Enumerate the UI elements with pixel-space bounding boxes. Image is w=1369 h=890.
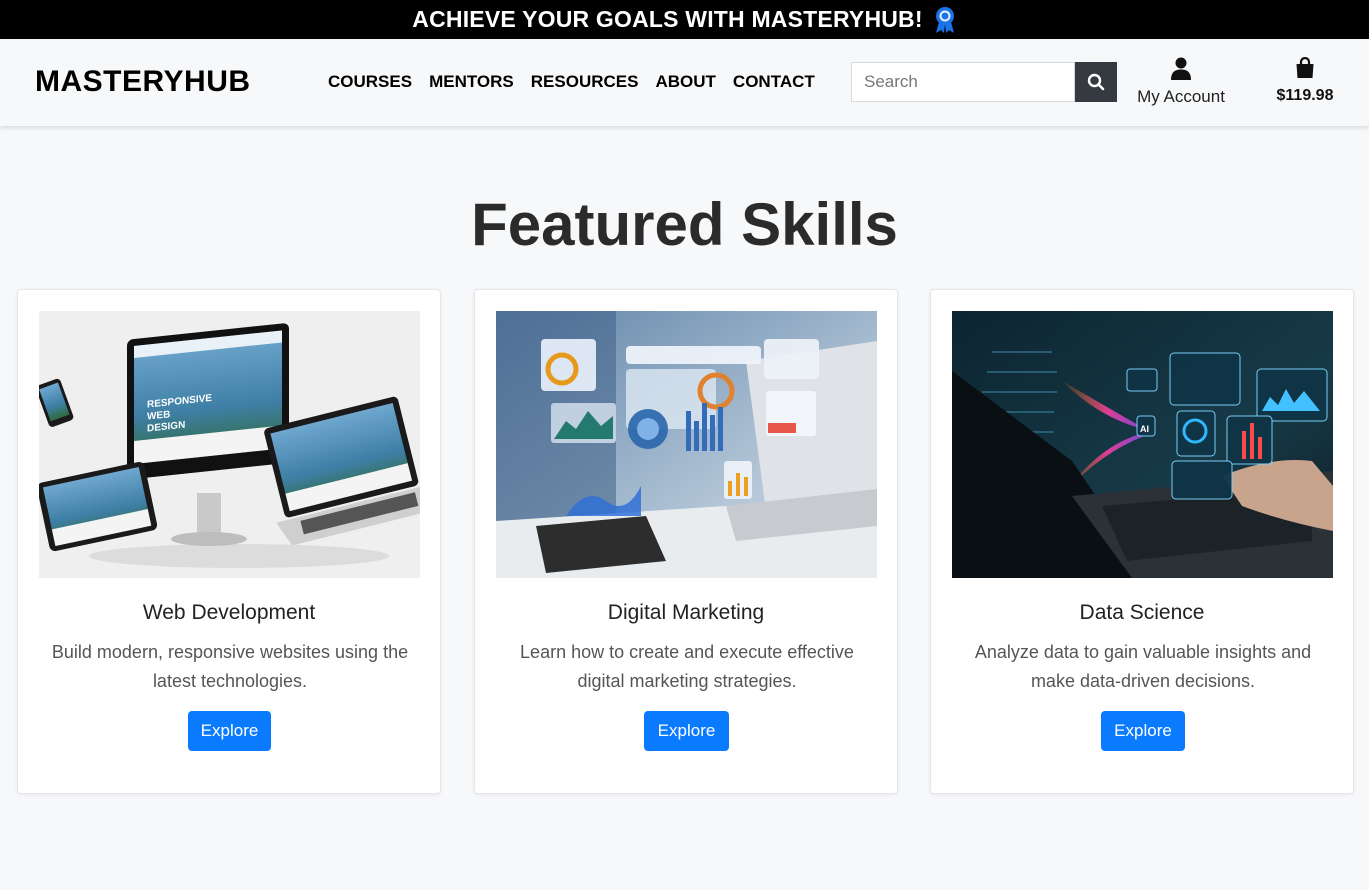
main-nav: COURSES MENTORS RESOURCES ABOUT CONTACT [328,72,832,92]
brand-logo[interactable]: MASTERYHUB [35,65,251,99]
my-account-link[interactable]: My Account [1135,57,1227,107]
section-title: Featured Skills [471,191,898,258]
explore-button-digital-marketing[interactable]: Explore [644,711,729,751]
nav-courses[interactable]: COURSES [328,72,412,92]
award-ribbon-icon [933,6,957,34]
nav-about[interactable]: ABOUT [655,72,715,92]
cart-total: $119.98 [1276,87,1334,104]
image-ai-label: AI [1140,424,1149,434]
card-title: Digital Marketing [607,601,765,624]
announcement-bar: ACHIEVE YOUR GOALS WITH MASTERYHUB! [0,0,1369,39]
search-form [851,62,1117,102]
card-description: Analyze data to gain valuable insights a… [974,642,1312,691]
explore-button-web-development[interactable]: Explore [188,711,271,751]
skill-card-data-science: AI Data Science Analyze data to gain val… [930,289,1354,794]
user-icon [1171,57,1191,80]
skill-card-digital-marketing: Digital Marketing Learn how to create an… [474,289,898,794]
card-description: Learn how to create and execute effectiv… [520,642,854,691]
cart-link[interactable]: $119.98 [1268,56,1342,105]
nav-contact[interactable]: CONTACT [733,72,815,92]
web-development-image: RESPONSIVE WEB DESIGN [39,311,420,578]
card-title: Data Science [1079,601,1205,624]
skill-card-web-development: RESPONSIVE WEB DESIGN Web Development Bu… [17,289,441,794]
data-science-image: AI [952,311,1333,578]
card-title: Web Development [142,601,316,624]
nav-mentors[interactable]: MENTORS [429,72,514,92]
digital-marketing-image [496,311,877,578]
search-button[interactable] [1075,62,1117,102]
nav-resources[interactable]: RESOURCES [531,72,639,92]
search-input[interactable] [851,62,1075,102]
my-account-label: My Account [1137,87,1225,106]
explore-button-data-science[interactable]: Explore [1101,711,1185,751]
search-icon [1087,73,1105,91]
card-description: Build modern, responsive websites using … [51,642,409,691]
announcement-text: ACHIEVE YOUR GOALS WITH MASTERYHUB! [412,6,923,32]
site-header: MASTERYHUB COURSES MENTORS RESOURCES ABO… [0,39,1369,126]
shopping-bag-icon [1296,56,1314,78]
